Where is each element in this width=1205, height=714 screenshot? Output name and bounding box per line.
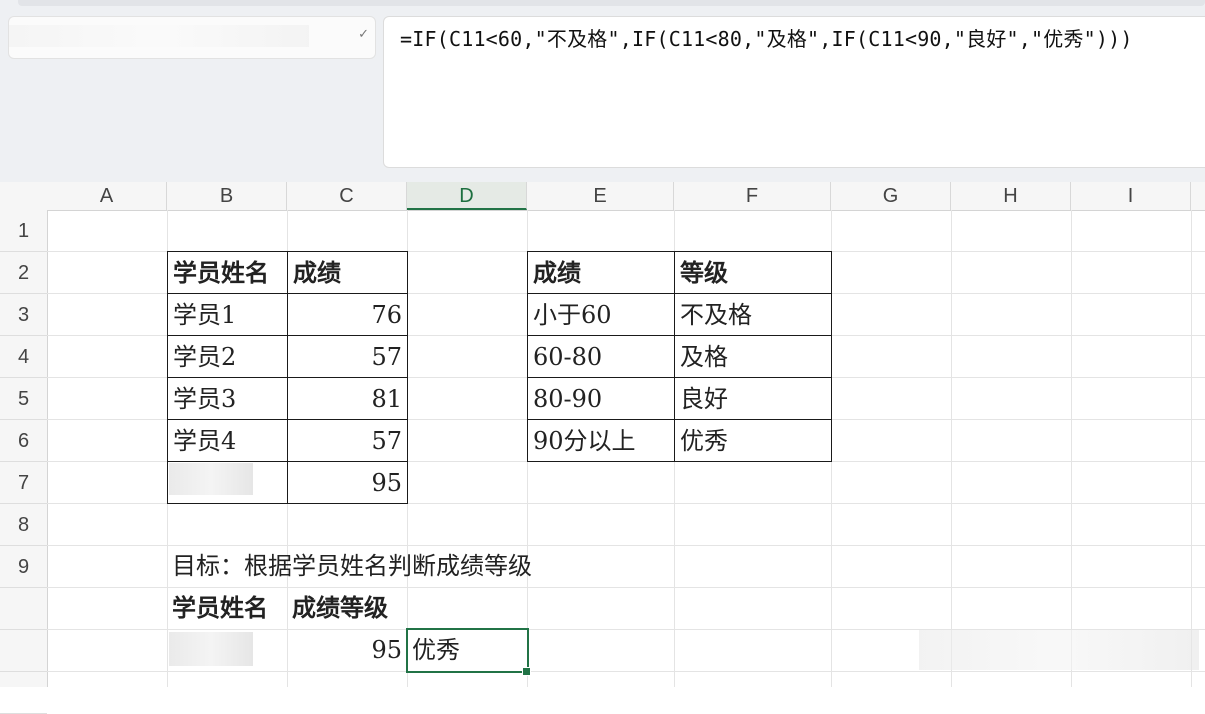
selected-cell-outline	[406, 628, 529, 673]
column-header-i[interactable]: I	[1071, 182, 1191, 210]
table2-row-range[interactable]: 80-90	[527, 377, 675, 420]
formula-text[interactable]: =IF(C11<60,"不及格",IF(C11<80,"及格",IF(C11<9…	[400, 23, 1133, 52]
table1-row-name[interactable]: 学员4	[167, 419, 288, 462]
lookup-score[interactable]: 95	[287, 629, 407, 671]
row-header-10[interactable]	[0, 588, 47, 630]
name-box-blurred-content	[9, 25, 309, 47]
row-header-11[interactable]	[0, 630, 47, 672]
row-header-6[interactable]: 6	[0, 420, 47, 462]
table2-header-grade[interactable]: 等级	[674, 251, 832, 294]
row-header-12[interactable]	[0, 672, 47, 714]
table2-row-grade[interactable]: 优秀	[674, 419, 832, 462]
table1-row-name[interactable]: 学员3	[167, 377, 288, 420]
table2-row-grade[interactable]: 及格	[674, 335, 832, 378]
row-header-2[interactable]: 2	[0, 252, 47, 294]
lookup-header-grade[interactable]: 成绩等级	[287, 587, 437, 629]
goal-text[interactable]: 目标：根据学员姓名判断成绩等级	[167, 545, 667, 587]
table2-row-grade[interactable]: 不及格	[674, 293, 832, 336]
row-header-3[interactable]: 3	[0, 294, 47, 336]
lookup-header-name[interactable]: 学员姓名	[167, 587, 287, 629]
blurred-region	[919, 630, 1199, 670]
column-header-b[interactable]: B	[167, 182, 287, 210]
table1-row-name[interactable]: 学员1	[167, 293, 288, 336]
column-header-h[interactable]: H	[951, 182, 1071, 210]
table1-row-score[interactable]: 76	[287, 293, 408, 336]
blurred-name-cell	[169, 632, 253, 666]
row-header-9[interactable]: 9	[0, 546, 47, 588]
table1-row-name[interactable]: 学员2	[167, 335, 288, 378]
table1-row-score[interactable]: 57	[287, 419, 408, 462]
column-header-a[interactable]: A	[47, 182, 167, 210]
table1-header-score[interactable]: 成绩	[287, 251, 408, 294]
name-box[interactable]: ✓	[8, 16, 376, 59]
table2-row-range[interactable]: 小于60	[527, 293, 675, 336]
column-header-g[interactable]: G	[831, 182, 951, 210]
table1-row-score[interactable]: 81	[287, 377, 408, 420]
formula-area: ✓ =IF(C11<60,"不及格",IF(C11<80,"及格",IF(C11…	[0, 0, 1205, 182]
row-header-1[interactable]: 1	[0, 210, 47, 252]
row-header-5[interactable]: 5	[0, 378, 47, 420]
table2-header-score[interactable]: 成绩	[527, 251, 675, 294]
row-header-4[interactable]: 4	[0, 336, 47, 378]
column-header-bar: A B C D E F G H I	[0, 182, 1205, 211]
table1-row-score[interactable]: 57	[287, 335, 408, 378]
formula-bar[interactable]: =IF(C11<60,"不及格",IF(C11<80,"及格",IF(C11<9…	[383, 16, 1205, 168]
row-header-8[interactable]: 8	[0, 504, 47, 546]
table1-header-name[interactable]: 学员姓名	[167, 251, 288, 294]
column-header-f[interactable]: F	[674, 182, 831, 210]
table1-row-score[interactable]: 95	[287, 461, 408, 504]
blurred-name-cell	[169, 463, 253, 495]
column-header-c[interactable]: C	[287, 182, 407, 210]
table2-row-range[interactable]: 60-80	[527, 335, 675, 378]
toolbar-strip	[18, 0, 1205, 6]
table2-row-range[interactable]: 90分以上	[527, 419, 675, 462]
row-header-bar: 1 2 3 4 5 6 7 8 9	[0, 210, 48, 714]
column-header-d[interactable]: D	[407, 182, 527, 210]
cell-grid[interactable]: 学员姓名 成绩 学员1 76 学员2 57 学员3 81 学员4 57 95 成…	[47, 210, 1205, 687]
column-header-e[interactable]: E	[527, 182, 674, 210]
table2-row-grade[interactable]: 良好	[674, 377, 832, 420]
fill-handle[interactable]	[522, 667, 531, 676]
name-box-dropdown-icon[interactable]: ✓	[358, 27, 369, 42]
row-header-7[interactable]: 7	[0, 462, 47, 504]
